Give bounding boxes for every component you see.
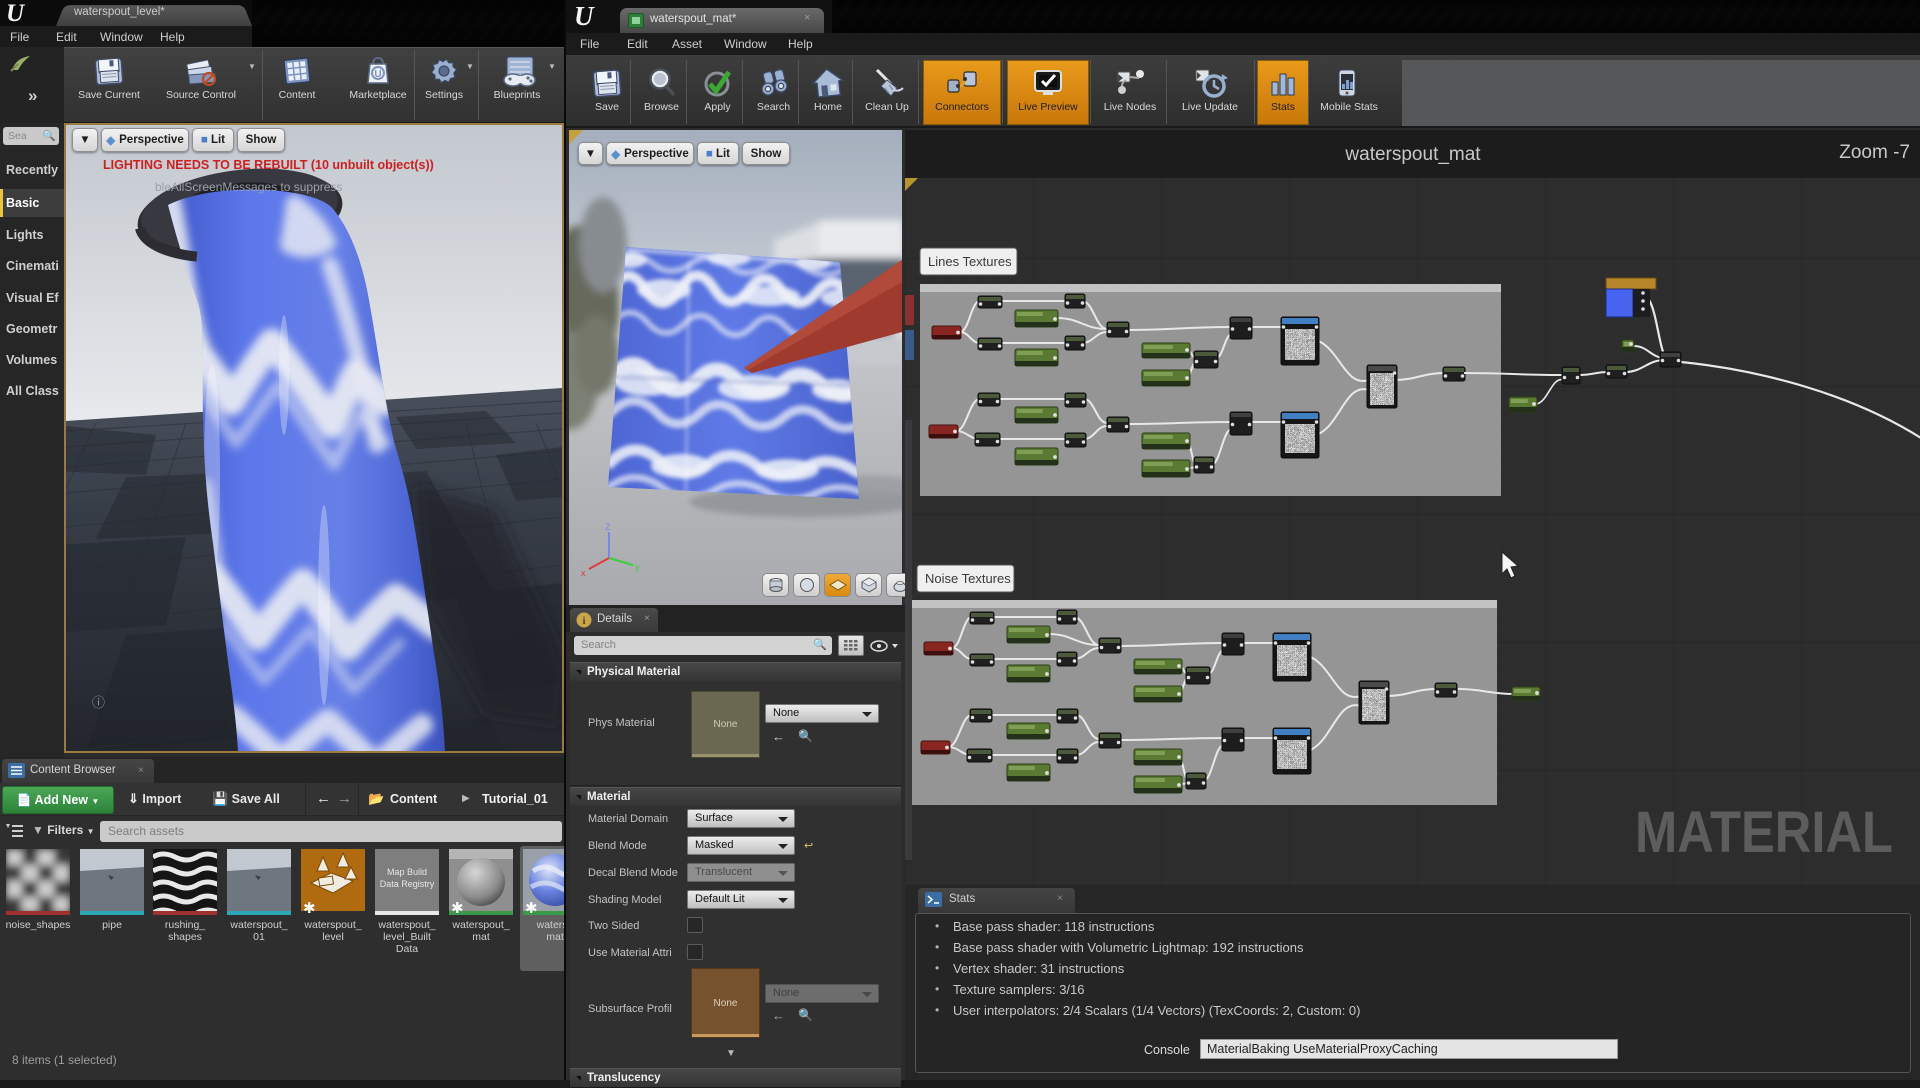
svg-text:y: y <box>635 562 640 572</box>
svg-text:Noise Textures: Noise Textures <box>925 571 1011 586</box>
svg-text:x: x <box>581 568 586 578</box>
svg-text:MATERIAL: MATERIAL <box>1635 800 1893 865</box>
svg-text:Data Registry: Data Registry <box>380 879 435 889</box>
svg-text:Map Build: Map Build <box>387 867 427 877</box>
svg-text:Lines Textures: Lines Textures <box>928 254 1012 269</box>
svg-text:waterspout_mat: waterspout_mat <box>1344 144 1481 165</box>
svg-text:U: U <box>374 69 381 80</box>
svg-text:ⓘ: ⓘ <box>92 695 105 710</box>
svg-text:Zoom -7: Zoom -7 <box>1839 142 1910 163</box>
svg-text:i: i <box>582 615 585 627</box>
svg-text:Z: Z <box>605 522 611 532</box>
